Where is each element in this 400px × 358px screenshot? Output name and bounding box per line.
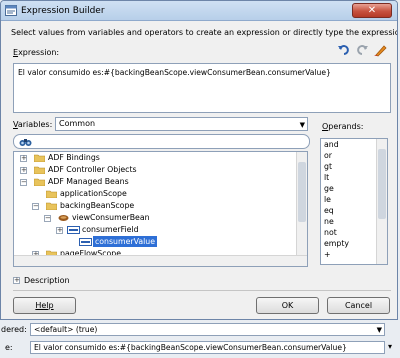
operands-label-rest: perands: [328, 122, 364, 131]
description-toggle[interactable]: + Description [13, 275, 391, 287]
tree-node-view-consumer-bean[interactable]: − viewConsumerBean [42, 213, 298, 224]
operand-item[interactable]: eq [324, 206, 334, 215]
operand-item[interactable]: not [324, 228, 337, 237]
tree-node-label: ADF Bindings [48, 153, 100, 162]
background-property-panel: dered: <default> (true) ▼ e: El valor co… [0, 320, 400, 358]
undo-icon[interactable] [337, 43, 351, 57]
rendered-value: <default> (true) [34, 325, 98, 334]
tree-vertical-scrollbar[interactable] [296, 152, 307, 266]
collapse-icon[interactable]: − [32, 203, 39, 210]
tree-node-label-selected: consumerValue [93, 236, 158, 247]
operand-item[interactable]: ne [324, 217, 334, 226]
field-icon [67, 226, 80, 234]
value-label: e: [5, 343, 13, 352]
tree-node-label: applicationScope [60, 189, 127, 198]
tree-node-consumer-value[interactable]: consumerValue [66, 236, 298, 248]
expression-input[interactable]: El valor consumido es:#{backingBeanScope… [13, 63, 391, 113]
redo-icon[interactable] [355, 43, 369, 57]
tree-node-label: ADF Controller Objects [48, 165, 137, 174]
tree-node-adf-managed-beans[interactable]: − ADF Managed Beans [18, 177, 298, 188]
expression-label-rest: xpression: [18, 48, 60, 57]
expression-builder-icon [5, 5, 17, 16]
tree-node-label: viewConsumerBean [72, 213, 150, 222]
bean-icon [58, 215, 69, 221]
operands-list[interactable]: and or gt lt ge le eq ne not empty + [320, 138, 388, 265]
chevron-down-icon: ▼ [376, 326, 382, 334]
variables-label-rest: ariables: [17, 120, 53, 129]
folder-icon [46, 190, 57, 198]
value-text: El valor consumido es:#{backingBeanScope… [34, 343, 347, 352]
title-bar[interactable]: Expression Builder ✕ [1, 1, 397, 21]
help-button[interactable]: Help [13, 297, 76, 314]
chevron-down-icon: ▼ [299, 121, 305, 129]
variables-search-input[interactable] [13, 134, 310, 149]
ok-button[interactable]: OK [256, 297, 319, 314]
field-icon [79, 238, 92, 246]
folder-icon [34, 166, 45, 174]
clear-icon[interactable] [373, 43, 387, 57]
scrollbar-thumb[interactable] [378, 149, 386, 219]
variables-label: Variables: [13, 120, 52, 129]
dialog-title: Expression Builder [21, 6, 105, 16]
rendered-label: dered: [1, 325, 27, 334]
operands-scrollbar[interactable] [376, 139, 387, 264]
tree-node-label: consumerField [82, 225, 139, 234]
rendered-select[interactable]: <default> (true) ▼ [30, 323, 385, 336]
operand-item[interactable]: or [324, 151, 332, 160]
tree-node-label: backingBeanScope [60, 201, 135, 210]
expand-icon[interactable]: + [13, 277, 20, 284]
tree-node-application-scope[interactable]: applicationScope [30, 189, 298, 200]
tree-node-adf-bindings[interactable]: + ADF Bindings [18, 153, 298, 164]
collapse-icon[interactable]: − [44, 215, 51, 222]
operand-item[interactable]: ge [324, 184, 334, 193]
binoculars-icon [19, 139, 32, 146]
variables-scope-value: Common [59, 119, 96, 128]
instruction-text: Select values from variables and operato… [11, 28, 398, 37]
operand-item[interactable]: le [324, 195, 331, 204]
description-label: Description [24, 276, 70, 285]
variables-scope-select[interactable]: Common ▼ [55, 117, 308, 131]
expand-icon[interactable]: + [56, 227, 63, 234]
tree-node-backing-bean-scope[interactable]: − backingBeanScope [30, 201, 298, 212]
expression-label: Expression: [13, 48, 59, 57]
operand-item[interactable]: and [324, 140, 339, 149]
cancel-button[interactable]: Cancel [327, 297, 390, 314]
operand-item[interactable]: lt [324, 173, 329, 182]
folder-icon [34, 154, 45, 162]
tree-horizontal-scrollbar[interactable] [14, 255, 307, 266]
chevron-down-icon[interactable]: ▾ [388, 342, 392, 351]
help-button-label: Help [35, 301, 54, 310]
separator [13, 290, 391, 291]
operands-label: Operands: [322, 122, 364, 131]
folder-icon [34, 178, 45, 186]
expand-icon[interactable]: + [20, 167, 27, 174]
scrollbar-thumb[interactable] [298, 162, 306, 222]
value-field[interactable]: El valor consumido es:#{backingBeanScope… [30, 341, 385, 354]
folder-icon [46, 202, 57, 210]
tree-node-adf-controller-objects[interactable]: + ADF Controller Objects [18, 165, 298, 176]
operand-item[interactable]: gt [324, 162, 332, 171]
collapse-icon[interactable]: − [20, 179, 27, 186]
close-button[interactable]: ✕ [352, 3, 392, 18]
variables-tree[interactable]: + ADF Bindings + ADF Controller Objects … [13, 151, 308, 267]
tree-node-label: ADF Managed Beans [48, 177, 129, 186]
operand-item[interactable]: empty [324, 239, 349, 248]
tree-node-consumer-field[interactable]: + consumerField [54, 225, 298, 236]
operand-item[interactable]: + [324, 250, 331, 259]
expand-icon[interactable]: + [20, 155, 27, 162]
expression-builder-dialog: Expression Builder ✕ Select values from … [0, 0, 398, 320]
